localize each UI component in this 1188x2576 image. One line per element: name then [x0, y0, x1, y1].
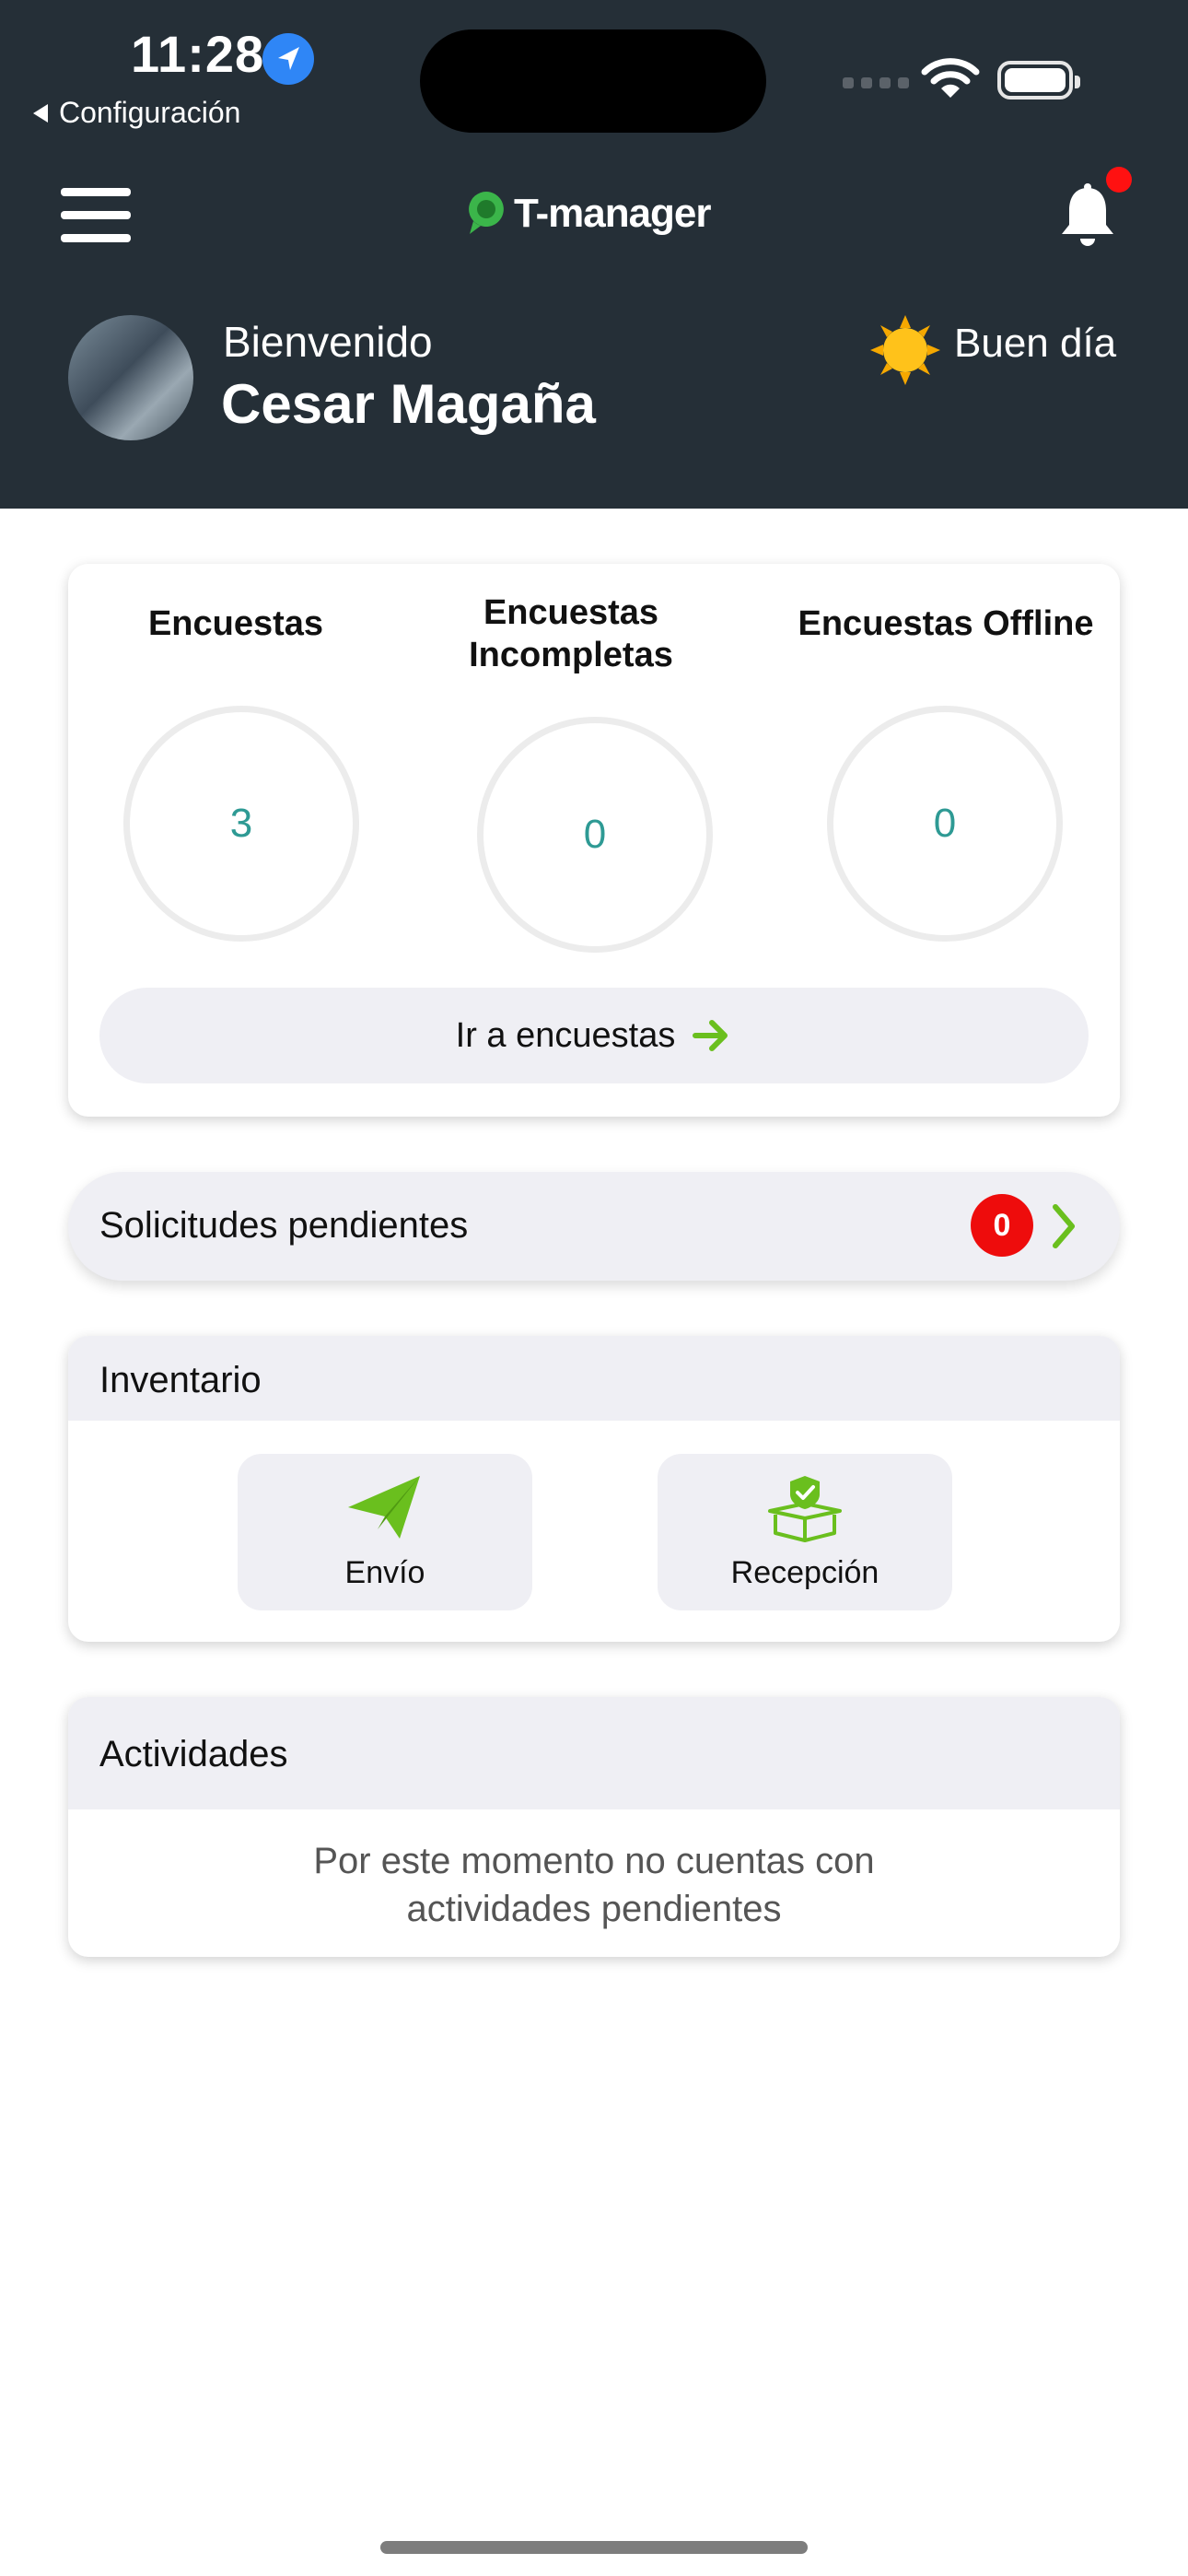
app-header: 11:28 Configuración T-manager Bienvenido… — [0, 0, 1188, 509]
dynamic-island — [420, 29, 766, 133]
receive-button[interactable]: Recepción — [658, 1454, 952, 1610]
box-check-icon — [764, 1474, 845, 1547]
pending-requests-row[interactable]: Solicitudes pendientes 0 — [68, 1172, 1120, 1281]
activities-empty-message: Por este momento no cuentas con activida… — [313, 1841, 875, 1929]
logo-pin-icon — [469, 192, 504, 234]
stat-title: Encuestas Offline — [798, 604, 1094, 643]
stat-value-ring: 3 — [123, 706, 359, 942]
wifi-icon — [921, 57, 980, 104]
send-label: Envío — [344, 1555, 425, 1590]
go-to-surveys-button[interactable]: Ir a encuestas — [99, 988, 1089, 1083]
activities-card: Actividades Por este momento no cuentas … — [68, 1697, 1120, 1957]
back-to-settings-link[interactable]: Configuración — [33, 96, 240, 130]
app-logo: T-manager — [464, 188, 712, 240]
hamburger-menu-button[interactable] — [61, 188, 133, 243]
inventory-header: Inventario — [68, 1336, 1120, 1421]
battery-icon — [997, 61, 1080, 100]
activities-header: Actividades — [68, 1697, 1120, 1809]
surveys-card: Encuestas 3 Encuestas Incompletas 0 Encu… — [68, 564, 1120, 1117]
stat-title: Encuestas — [147, 604, 324, 643]
go-to-surveys-label: Ir a encuestas — [455, 1015, 676, 1055]
notification-dot — [1106, 167, 1132, 193]
notifications-bell-icon[interactable] — [1057, 182, 1118, 255]
avatar[interactable] — [68, 315, 193, 440]
inventory-title: Inventario — [99, 1360, 262, 1400]
stat-value-ring: 0 — [827, 706, 1063, 942]
user-name: Cesar Magaña — [221, 373, 596, 435]
sun-icon — [870, 315, 940, 390]
stat-encuestas-offline: Encuestas Offline — [766, 603, 1120, 645]
location-arrow-icon — [262, 33, 314, 85]
cellular-signal-icon — [843, 77, 909, 88]
back-arrow-icon — [33, 103, 48, 123]
app-name: T-manager — [514, 191, 712, 236]
stat-encuestas: Encuestas — [70, 603, 402, 645]
pending-count-badge: 0 — [971, 1194, 1033, 1257]
stat-value-ring: 0 — [477, 717, 713, 953]
welcome-label: Bienvenido — [223, 318, 433, 366]
send-button[interactable]: Envío — [238, 1454, 532, 1610]
stat-encuestas-incompletas: Encuestas Incompletas — [428, 591, 714, 676]
chevron-right-icon — [1050, 1203, 1077, 1254]
inventory-card: Inventario Envío Recepción — [68, 1336, 1120, 1642]
arrow-right-icon — [693, 1020, 728, 1051]
pending-requests-label: Solicitudes pendientes — [99, 1205, 469, 1246]
greeting-label: Buen día — [954, 321, 1117, 366]
activities-title: Actividades — [99, 1734, 288, 1774]
back-label: Configuración — [59, 96, 241, 129]
paper-plane-icon — [346, 1472, 424, 1547]
home-indicator[interactable] — [380, 2541, 808, 2554]
stat-title: Encuestas Incompletas — [469, 593, 673, 674]
receive-label: Recepción — [730, 1555, 879, 1590]
status-time: 11:28 — [131, 25, 265, 83]
